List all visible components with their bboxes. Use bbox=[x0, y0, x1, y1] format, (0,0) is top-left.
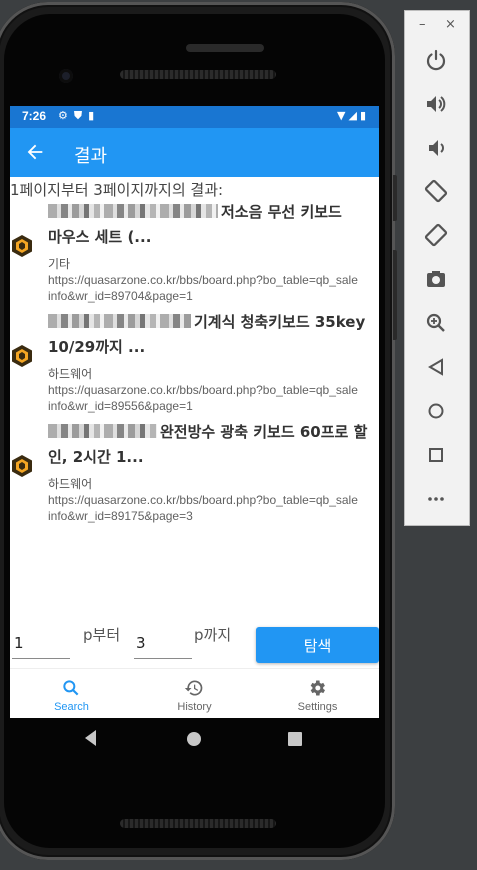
result-title[interactable]: 저소음 무선 키보드 마우스 세트 (... bbox=[48, 200, 379, 250]
close-icon[interactable]: × bbox=[445, 17, 456, 32]
zoom-icon[interactable] bbox=[421, 308, 451, 338]
redacted-text bbox=[48, 424, 157, 438]
signal-icon: ◢ bbox=[348, 109, 360, 122]
more-icon[interactable] bbox=[421, 484, 451, 514]
back-icon[interactable] bbox=[421, 352, 451, 382]
power-icon[interactable] bbox=[421, 45, 451, 75]
battery-icon: ▮ bbox=[359, 109, 369, 122]
search-button[interactable]: 탐색 bbox=[256, 627, 379, 663]
nav-label-history: History bbox=[177, 701, 212, 713]
rotate-right-icon[interactable] bbox=[421, 220, 451, 250]
start-page-field[interactable] bbox=[12, 628, 70, 660]
result-category: 기타 bbox=[48, 257, 71, 271]
end-page-field[interactable] bbox=[134, 628, 192, 660]
status-left-icons: ⚙⛊▮ bbox=[58, 109, 100, 123]
result-category: 하드웨어 bbox=[48, 367, 93, 381]
device-recents-icon[interactable] bbox=[288, 732, 302, 746]
volume-side-button[interactable] bbox=[393, 250, 397, 340]
emulator-toolbar: – × bbox=[404, 10, 470, 526]
result-url[interactable]: https://quasarzone.co.kr/bbs/board.php?b… bbox=[48, 382, 358, 414]
nav-label-search: Search bbox=[54, 701, 89, 713]
sim-icon: ▮ bbox=[88, 109, 101, 122]
quasarzone-logo-icon bbox=[12, 455, 32, 477]
start-page-input[interactable] bbox=[12, 628, 70, 659]
front-camera bbox=[59, 69, 73, 83]
power-side-button[interactable] bbox=[393, 175, 397, 221]
end-page-suffix: p까지 bbox=[194, 626, 232, 644]
nav-item-search[interactable]: Search bbox=[10, 669, 133, 718]
nav-item-settings[interactable]: Settings bbox=[256, 669, 379, 718]
search-icon bbox=[63, 680, 79, 696]
redacted-text bbox=[48, 314, 191, 328]
status-bar: 7:26 ⚙⛊▮ ▼◢▮ bbox=[10, 106, 379, 128]
history-icon bbox=[184, 680, 203, 696]
end-page-input[interactable] bbox=[134, 628, 192, 659]
back-arrow-icon[interactable] bbox=[24, 141, 46, 163]
bottom-speaker bbox=[120, 819, 276, 828]
status-time: 7:26 bbox=[22, 109, 47, 123]
result-category: 하드웨어 bbox=[48, 477, 93, 491]
quasarzone-logo-icon bbox=[12, 345, 32, 367]
minimize-icon[interactable]: – bbox=[419, 17, 426, 32]
result-url[interactable]: https://quasarzone.co.kr/bbs/board.php?b… bbox=[48, 492, 358, 524]
nav-item-history[interactable]: History bbox=[133, 669, 256, 718]
result-title[interactable]: 완전방수 광축 키보드 60프로 할 인, 2시간 1... bbox=[48, 420, 379, 470]
device-home-icon[interactable] bbox=[186, 731, 202, 747]
status-right-icons: ▼◢▮ bbox=[337, 109, 369, 122]
nav-label-settings: Settings bbox=[297, 701, 338, 713]
window-controls: – × bbox=[405, 17, 469, 33]
start-page-suffix: p부터 bbox=[83, 626, 121, 644]
volume-down-icon[interactable] bbox=[421, 133, 451, 163]
result-url[interactable]: https://quasarzone.co.kr/bbs/board.php?b… bbox=[48, 272, 358, 304]
device-back-icon[interactable] bbox=[83, 728, 99, 748]
quasarzone-logo-icon bbox=[12, 235, 32, 257]
home-icon[interactable] bbox=[421, 396, 451, 426]
result-title[interactable]: 기계식 청축키보드 35key 10/29까지 ... bbox=[48, 310, 379, 360]
bottom-navigation: Search History Settings bbox=[10, 668, 379, 718]
app-bar: 결과 bbox=[10, 128, 379, 177]
camera-icon[interactable] bbox=[421, 264, 451, 294]
rotate-left-icon[interactable] bbox=[421, 176, 451, 206]
settings-icon bbox=[310, 680, 325, 696]
overview-icon[interactable] bbox=[421, 440, 451, 470]
wifi-icon: ▼ bbox=[337, 109, 349, 122]
gear-icon: ⚙ bbox=[58, 109, 74, 122]
volume-up-icon[interactable] bbox=[421, 89, 451, 119]
app-screen: 7:26 ⚙⛊▮ ▼◢▮ 결과 1페이지부터 3페이지까지의 결과: 저소음 무… bbox=[10, 106, 379, 718]
shield-icon: ⛊ bbox=[73, 109, 89, 122]
redacted-text bbox=[48, 204, 218, 218]
top-slot bbox=[186, 44, 264, 52]
earpiece-speaker bbox=[120, 70, 276, 79]
page-title: 결과 bbox=[74, 146, 108, 167]
results-summary: 1페이지부터 3페이지까지의 결과: bbox=[10, 181, 224, 199]
